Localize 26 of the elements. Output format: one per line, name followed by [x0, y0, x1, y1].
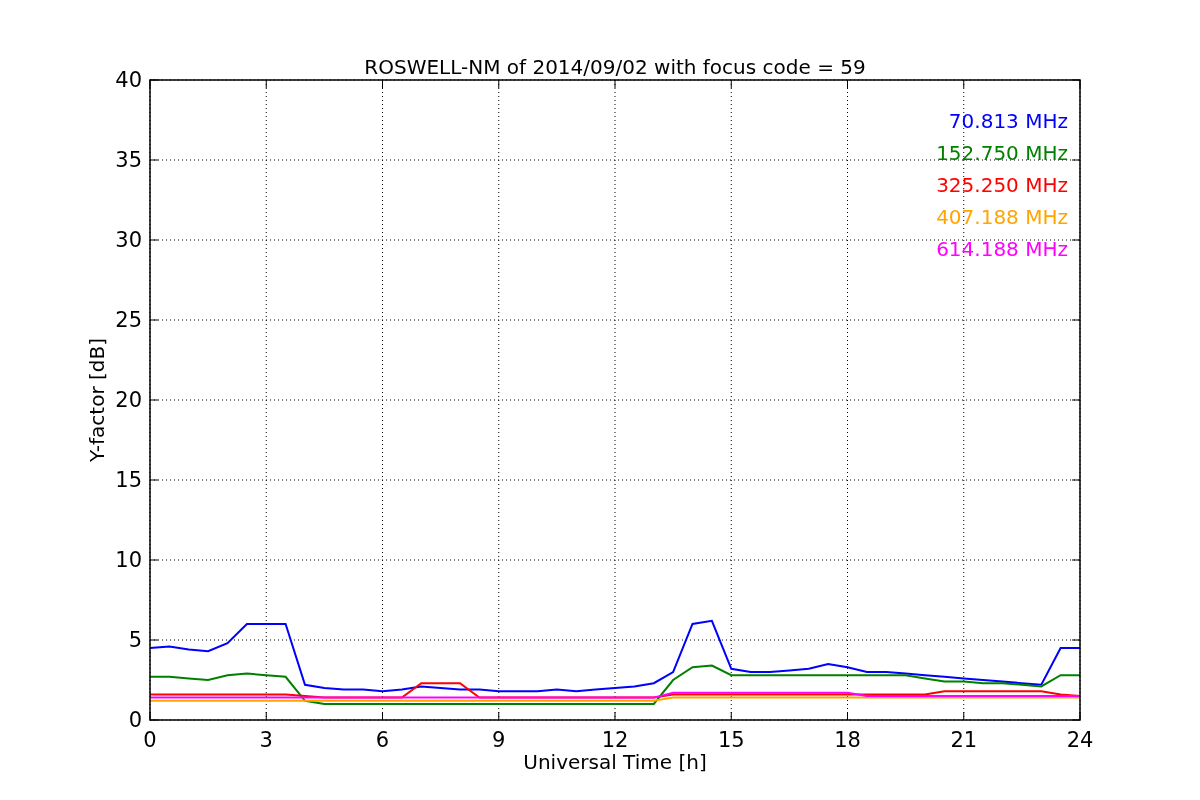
x-tick-label: 18: [834, 728, 861, 752]
y-tick-label: 15: [115, 468, 142, 492]
x-tick-label: 21: [950, 728, 978, 752]
legend-label: 152.750 MHz: [936, 141, 1068, 165]
y-tick-label: 30: [115, 228, 142, 252]
x-tick-label: 6: [375, 728, 390, 752]
y-tick-label: 10: [115, 548, 142, 572]
legend-label: 407.188 MHz: [936, 205, 1068, 229]
y-tick-label: 5: [128, 628, 142, 652]
legend-label: 70.813 MHz: [948, 109, 1068, 133]
y-tick-label: 25: [115, 308, 142, 332]
y-tick-label: 0: [128, 708, 142, 732]
x-tick-label: 15: [717, 728, 745, 752]
x-tick-label: 0: [143, 728, 157, 752]
y-tick-label: 20: [115, 388, 142, 412]
y-axis-label: Y-factor [dB]: [85, 338, 109, 462]
legend-label: 614.188 MHz: [936, 237, 1068, 261]
x-tick-label: 3: [259, 728, 273, 752]
x-axis-label: Universal Time [h]: [523, 750, 707, 774]
x-tick-label: 24: [1066, 728, 1094, 752]
y-tick-label: 40: [115, 68, 142, 92]
x-tick-label: 12: [601, 728, 629, 752]
legend-label: 325.250 MHz: [936, 173, 1068, 197]
y-tick-label: 35: [115, 148, 142, 172]
chart-title: ROSWELL-NM of 2014/09/02 with focus code = 59: [364, 55, 866, 79]
x-tick-label: 9: [492, 728, 506, 752]
